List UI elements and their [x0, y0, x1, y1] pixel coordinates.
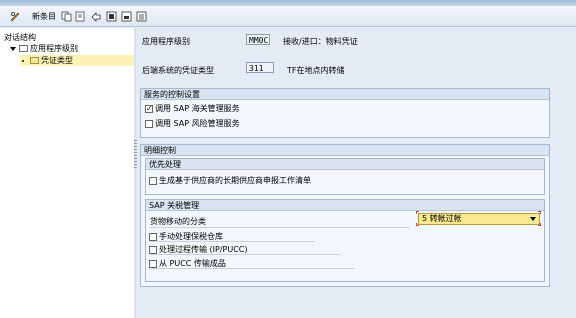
pane-splitter[interactable]	[134, 28, 136, 318]
copy-icon	[61, 11, 72, 21]
bonded-warehouse-checkbox[interactable]	[149, 232, 157, 241]
priority-checkbox-row[interactable]: 生成基于供应商的长期供应商申报工作清单	[149, 175, 311, 186]
new-entries-button[interactable]: 新条目	[29, 9, 56, 23]
divider	[150, 268, 355, 269]
tree-item-app-level[interactable]: 应用程序级别	[10, 43, 78, 54]
deselect-all-button[interactable]	[136, 9, 147, 23]
followup-doc-field[interactable]: 311	[246, 62, 274, 73]
open-folder-icon	[30, 57, 39, 64]
select-all-button[interactable]	[106, 9, 117, 23]
expand-arrow-icon[interactable]	[10, 46, 16, 51]
vendor-declaration-checkbox[interactable]	[149, 176, 157, 185]
tree-item-label: 应用程序级别	[30, 44, 78, 53]
app-level-label: 应用程序级别	[142, 37, 190, 46]
dialog-structure-panel	[0, 28, 136, 318]
divider	[150, 254, 340, 255]
checkbox-label: 生成基于供应商的长期供应商申报工作清单	[159, 176, 311, 185]
followup-doc-label: 后端系统的凭证类型	[142, 66, 214, 75]
tree-item-doc-type[interactable]: 凭证类型	[20, 55, 134, 66]
risk-service-checkbox[interactable]	[145, 119, 153, 128]
checkbox-label: 调用 SAP 海关管理服务	[155, 104, 240, 113]
undo-icon	[91, 11, 101, 22]
app-level-description: 接收/进口：物料凭证	[283, 37, 358, 46]
divider	[150, 227, 410, 228]
process-transfer-checkbox[interactable]	[149, 245, 157, 254]
dropdown-value: 5 转帐过帐	[422, 214, 462, 223]
tree-item-label: 凭证类型	[41, 56, 73, 65]
focus-corner	[538, 223, 541, 226]
pucc-transfer-checkbox[interactable]	[149, 259, 157, 268]
delete-icon	[75, 11, 85, 21]
movement-class-label: 货物移动的分类	[150, 217, 206, 226]
change-display-button[interactable]	[9, 9, 21, 23]
group-title: SAP 关税管理	[146, 200, 544, 211]
focus-corner	[416, 223, 419, 226]
focus-corner	[538, 211, 541, 214]
risk-service-checkbox-row[interactable]: 调用 SAP 风险管理服务	[145, 118, 240, 129]
tree-bullet-icon	[22, 59, 24, 62]
movement-class-dropdown[interactable]: 5 转帐过帐	[418, 213, 540, 225]
deselect-icon	[136, 11, 147, 21]
select-block-button[interactable]	[121, 9, 132, 23]
select-block-icon	[121, 11, 132, 21]
group-title: 服务的控制设置	[141, 89, 549, 100]
divider	[150, 241, 315, 242]
undo-button[interactable]	[90, 9, 102, 23]
pencil-glasses-icon	[10, 12, 20, 22]
customs-service-checkbox[interactable]: ✓	[145, 104, 153, 113]
customs-service-checkbox-row[interactable]: ✓ 调用 SAP 海关管理服务	[145, 103, 240, 114]
delete-button[interactable]	[75, 9, 86, 23]
folder-icon	[19, 45, 28, 52]
application-toolbar: 新条目	[0, 6, 576, 27]
splitter-handle[interactable]	[134, 140, 137, 170]
group-title: 优先处理	[146, 159, 544, 170]
checkbox-label: 调用 SAP 风险管理服务	[155, 119, 240, 128]
focus-corner	[416, 211, 419, 214]
followup-doc-description: TF在地点内转储	[287, 66, 345, 75]
copy-as-button[interactable]	[61, 9, 72, 23]
select-all-icon	[106, 11, 117, 21]
app-level-field[interactable]: MM0C	[246, 34, 270, 45]
dropdown-arrow-icon[interactable]	[530, 217, 536, 221]
new-entries-label: 新条目	[32, 11, 56, 21]
dialog-structure-header: 对话结构	[4, 33, 36, 42]
group-title: 明细控制	[141, 145, 549, 156]
